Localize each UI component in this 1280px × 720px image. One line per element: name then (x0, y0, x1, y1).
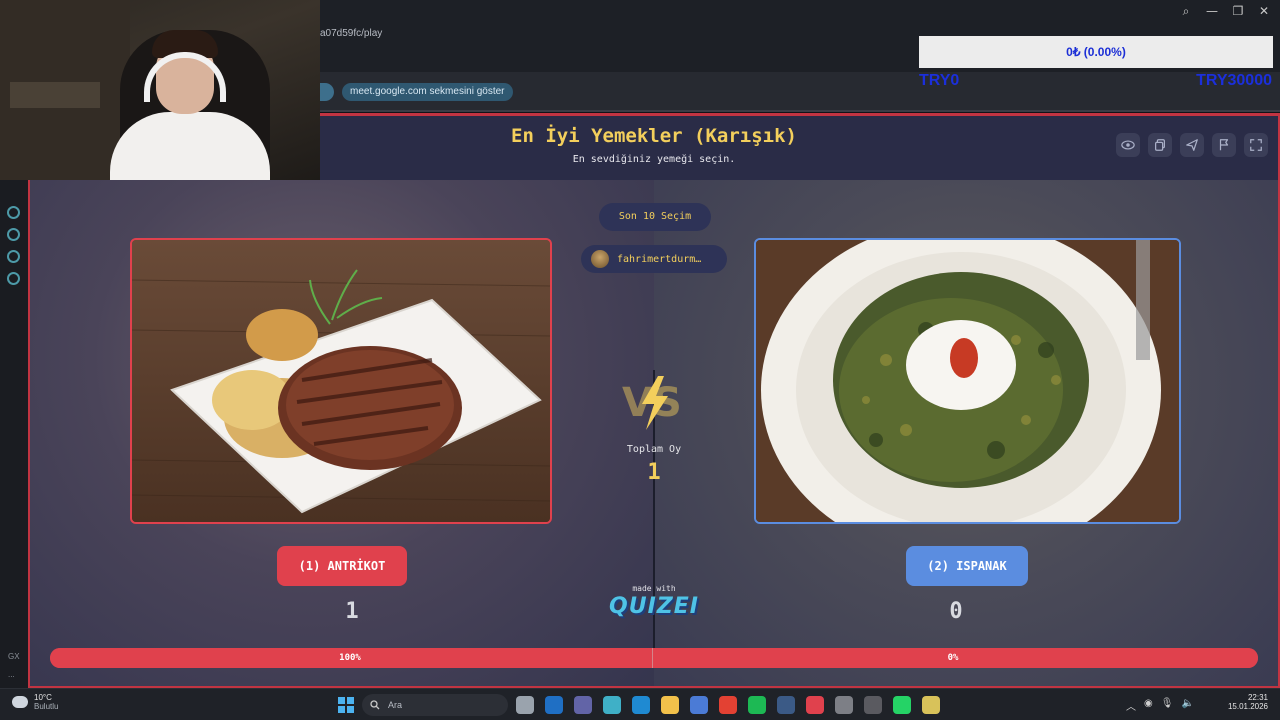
system-tray: ︿ ◉ 🎙 🔈 (1126, 698, 1194, 713)
recent-voter-chip[interactable]: fahrimertdurm… (581, 245, 727, 273)
fullscreen-icon[interactable] (1244, 133, 1268, 157)
recent-voter-name: fahrimertdurm… (617, 253, 702, 265)
volume-icon[interactable]: 🔈 (1181, 698, 1193, 713)
copy-icon[interactable] (1148, 133, 1172, 157)
taskbar-search[interactable]: Ara (362, 694, 508, 716)
close-icon[interactable]: ✕ (1256, 4, 1272, 19)
chrome-icon[interactable] (719, 696, 737, 714)
option-1-image[interactable] (130, 238, 552, 524)
total-votes-value: 1 (647, 460, 661, 485)
quizei-logo[interactable]: QUIZEI (594, 594, 714, 619)
tab-info-bar: meet.google.com sekmesini göster (320, 72, 1280, 112)
cloud-icon (12, 696, 28, 708)
bar-center-divider (652, 648, 653, 668)
sidebar-settings-icon[interactable] (7, 272, 20, 285)
quiz-toolbar (1116, 133, 1268, 157)
start-button[interactable] (338, 697, 354, 713)
copilot-icon[interactable] (603, 696, 621, 714)
opera-gx-icon[interactable] (806, 696, 824, 714)
obs-icon[interactable] (864, 696, 882, 714)
teams-icon[interactable] (574, 696, 592, 714)
show-meet-tab-button[interactable]: meet.google.com sekmesini göster (342, 83, 513, 101)
edge-icon[interactable] (632, 696, 650, 714)
send-icon[interactable] (1180, 133, 1204, 157)
webcam-shelf (10, 82, 100, 108)
option-2-percent: 0% (947, 653, 959, 663)
flag-icon[interactable] (1212, 133, 1236, 157)
search-icon[interactable]: ⌕ (1178, 4, 1194, 19)
sidebar-history-icon[interactable] (7, 228, 20, 241)
vote-share-bar: 100% 0% (50, 648, 1258, 668)
webcam-overlay (0, 0, 320, 180)
microphone-icon[interactable]: 🎙 (1161, 698, 1174, 713)
sidebar-more-icon[interactable]: ... (8, 670, 15, 679)
made-with-label: made with (632, 584, 676, 593)
minimize-icon[interactable]: — (1204, 4, 1220, 19)
task-view-icon[interactable] (516, 696, 534, 714)
option-1-button[interactable]: (1) ANTRİKOT (277, 546, 407, 586)
clock-time: 22:31 (1247, 693, 1268, 702)
avatar (591, 250, 609, 268)
sidebar-messenger-icon[interactable] (7, 206, 20, 219)
file-explorer-icon[interactable] (661, 696, 679, 714)
donation-goal-status: 0₺ (0.00%) (919, 36, 1273, 68)
option-1-votes: 1 (345, 599, 359, 624)
donation-goal-min: TRY0 (919, 72, 960, 89)
steam-icon[interactable] (777, 696, 795, 714)
app-icon[interactable] (835, 696, 853, 714)
sidebar-extensions-icon[interactable] (7, 250, 20, 263)
recent-choices-button[interactable]: Son 10 Seçim (599, 203, 711, 231)
option-2-image[interactable] (754, 238, 1181, 524)
eye-icon[interactable] (1116, 133, 1140, 157)
total-votes-label: Toplam Oy (626, 444, 682, 455)
clock[interactable]: 22:31 15.01.2026 (1228, 693, 1268, 711)
whatsapp-icon[interactable] (893, 696, 911, 714)
option-2-button[interactable]: (2) ISPANAK (906, 546, 1028, 586)
store-icon[interactable] (690, 696, 708, 714)
quiz-page: En İyi Yemekler (Karışık) En sevdiğiniz … (28, 113, 1280, 688)
spotify-icon[interactable] (748, 696, 766, 714)
vote-arena: Son 10 Seçim fahrimertdurm… Toplam Oy 1 … (30, 180, 1278, 686)
taskbar-apps (516, 696, 940, 714)
restore-icon[interactable]: ❐ (1230, 4, 1246, 19)
tray-overflow-icon[interactable]: ︿ (1126, 698, 1136, 713)
option-1-share-fill (50, 648, 1258, 668)
notepad-icon[interactable] (922, 696, 940, 714)
address-bar[interactable]: a07d59fc/play (320, 28, 382, 39)
weather-widget[interactable]: 10°C Bulutlu (12, 693, 58, 711)
donation-goal-max: TRY30000 (1196, 72, 1272, 89)
taskbar: 10°C Bulutlu Ara ︿ ◉ 🎙 🔈 22:31 15.01.202… (0, 688, 1280, 720)
search-icon (370, 700, 380, 710)
network-icon[interactable]: ◉ (1144, 698, 1153, 713)
vs-icon: VS (622, 376, 682, 430)
tab-indicator[interactable] (320, 83, 334, 101)
window-controls: ⌕ — ❐ ✕ (1178, 4, 1272, 19)
outlook-icon[interactable] (545, 696, 563, 714)
option-2-votes: 0 (949, 599, 963, 624)
weather-temp: 10°C (34, 693, 52, 702)
clock-date: 15.01.2026 (1227, 702, 1268, 711)
weather-desc: Bulutlu (34, 702, 59, 711)
option-1-percent: 100% (339, 653, 361, 663)
taskbar-search-placeholder: Ara (388, 700, 403, 710)
sidebar-gx-label[interactable]: GX (8, 652, 20, 661)
browser-sidebar: GX ... (0, 180, 28, 688)
